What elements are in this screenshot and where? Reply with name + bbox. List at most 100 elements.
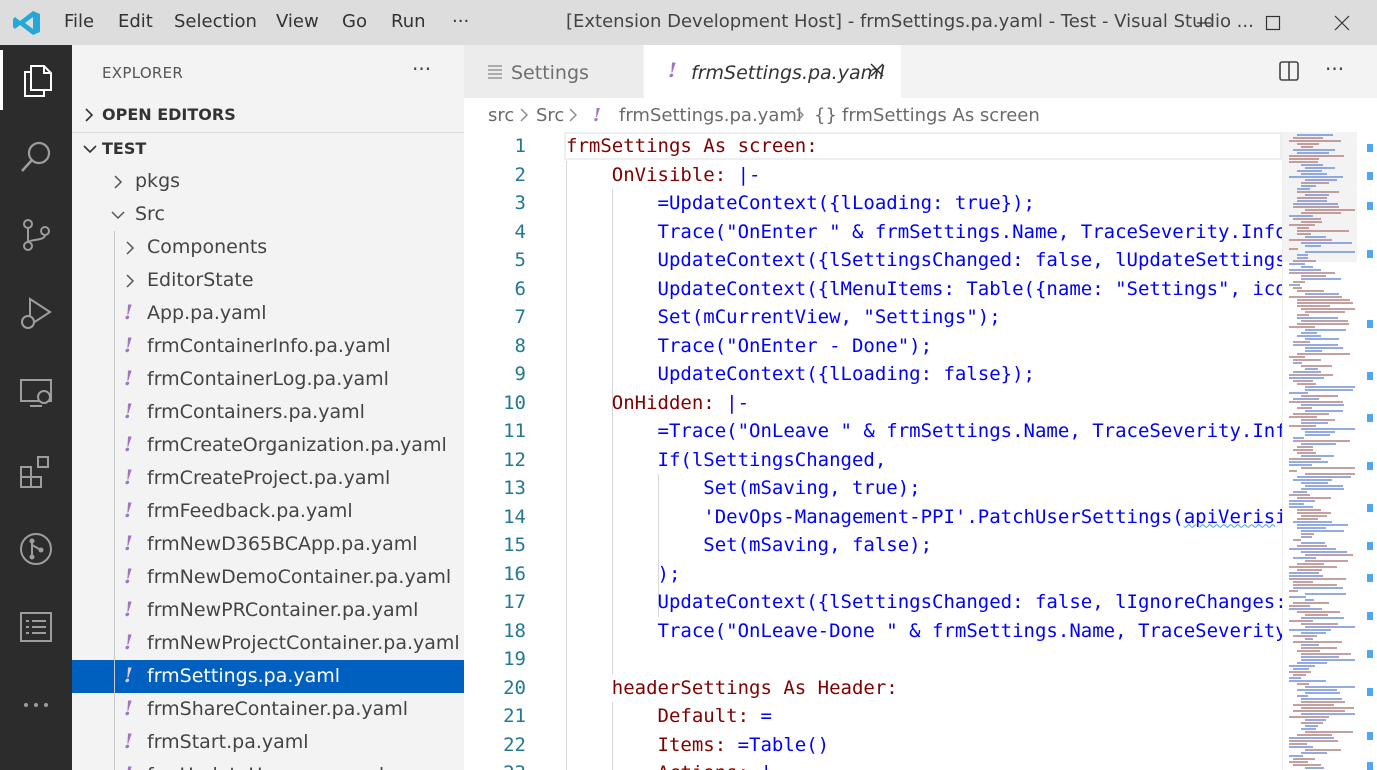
minimap-line xyxy=(1301,647,1337,649)
minimap-line xyxy=(1297,191,1340,193)
minimap-line xyxy=(1293,584,1338,586)
minimap-line xyxy=(1289,239,1333,241)
minimap-line xyxy=(1293,260,1316,262)
line-number: 17 xyxy=(503,591,526,613)
minimap-line xyxy=(1301,455,1334,457)
tree-item-label: Src xyxy=(135,203,165,225)
tree-file[interactable]: ! frmNewDemoContainer.pa.yaml xyxy=(72,561,464,594)
tree-file[interactable]: ! frmShareContainer.pa.yaml xyxy=(72,693,464,726)
minimap-line xyxy=(1293,758,1315,760)
minimap-line xyxy=(1289,248,1299,250)
minimap[interactable] xyxy=(1282,132,1357,770)
minimap-line xyxy=(1297,527,1326,529)
minimap-line xyxy=(1293,602,1330,604)
minimap-line xyxy=(1301,365,1332,367)
tree-file[interactable]: ! frmNewPRContainer.pa.yaml xyxy=(72,594,464,627)
menu-go[interactable]: Go xyxy=(342,11,367,32)
minimap-line xyxy=(1305,692,1340,694)
minimap-line xyxy=(1289,500,1315,502)
maximize-button[interactable] xyxy=(1253,8,1293,38)
ellipsis-icon xyxy=(24,703,48,707)
minimap-line xyxy=(1301,530,1344,532)
overview-ruler-mark xyxy=(1367,732,1373,740)
minimap-line xyxy=(1293,704,1334,706)
activity-more[interactable] xyxy=(0,675,72,735)
code-line: 7 Set(mCurrentView, "Settings"); xyxy=(464,303,1377,332)
minimap-line xyxy=(1301,482,1328,484)
explorer-more-button[interactable]: ··· xyxy=(412,57,431,81)
yaml-file-icon: ! xyxy=(668,58,677,82)
tree-file[interactable]: ! frmCreateProject.pa.yaml xyxy=(72,462,464,495)
section-test[interactable]: TEST xyxy=(72,132,464,164)
breadcrumb-file[interactable]: frmSettings.pa.yaml xyxy=(619,105,802,126)
menu-file[interactable]: File xyxy=(64,11,94,32)
menu-view[interactable]: View xyxy=(276,11,319,32)
activity-search[interactable] xyxy=(0,127,72,187)
tree-folder[interactable]: pkgs xyxy=(72,165,464,198)
tree-file[interactable]: ! frmContainerLog.pa.yaml xyxy=(72,363,464,396)
activity-explorer[interactable] xyxy=(0,50,72,110)
tree-file[interactable]: ! App.pa.yaml xyxy=(72,297,464,330)
split-editor-icon[interactable] xyxy=(1278,60,1300,82)
activity-remote-explorer[interactable] xyxy=(0,363,72,423)
tree-file[interactable]: ! frmCreateOrganization.pa.yaml xyxy=(72,429,464,462)
breadcrumb-symbol[interactable]: frmSettings As screen xyxy=(842,105,1040,126)
overview-ruler-mark xyxy=(1367,414,1373,422)
code-text: UpdateContext({lSettingsChanged: false, … xyxy=(657,591,1283,613)
minimap-line xyxy=(1293,359,1322,361)
tree-item-label: App.pa.yaml xyxy=(147,302,267,324)
tab-frmsettings[interactable]: ! frmSettings.pa.yaml xyxy=(644,45,901,98)
activity-run-debug[interactable] xyxy=(0,283,72,343)
tree-file[interactable]: ! frmFeedback.pa.yaml xyxy=(72,495,464,528)
tree-item-label: frmSettings.pa.yaml xyxy=(147,665,341,687)
minimap-line xyxy=(1305,311,1345,313)
minimap-line xyxy=(1305,167,1336,169)
minimap-line xyxy=(1305,731,1354,733)
menu-more[interactable]: ··· xyxy=(452,11,469,32)
minimap-line xyxy=(1297,689,1337,691)
code-text: Set(mSaving, true); xyxy=(566,477,921,499)
code-line: 13 Set(mSaving, true); xyxy=(464,474,1377,503)
tree-file[interactable]: ! frmContainers.pa.yaml xyxy=(72,396,464,429)
tree-folder[interactable]: Src xyxy=(72,198,464,231)
minimap-line xyxy=(1297,383,1317,385)
overview-ruler-mark xyxy=(1367,250,1373,258)
minimize-button[interactable] xyxy=(1184,8,1224,38)
tree-folder[interactable]: Components xyxy=(72,231,464,264)
line-number: 16 xyxy=(503,562,526,585)
activity-bar xyxy=(0,45,72,770)
code-text: Set(mSaving, false); xyxy=(566,534,933,556)
tree-file[interactable]: ! frmStart.pa.yaml xyxy=(72,726,464,759)
minimap-line xyxy=(1301,707,1355,709)
tree-file[interactable]: ! frmUpdateUsers.pa.yaml xyxy=(72,759,464,770)
menu-run[interactable]: Run xyxy=(391,11,426,32)
editor-more-actions-button[interactable]: ··· xyxy=(1325,57,1344,81)
code-editor[interactable]: 1 frmSettings As screen: 2 OnVisible: |- 3 … xyxy=(464,132,1377,770)
activity-outline[interactable] xyxy=(0,597,72,657)
breadcrumb-Src[interactable]: Src xyxy=(536,105,564,126)
minimap-line xyxy=(1293,491,1308,493)
minimap-line xyxy=(1297,509,1321,511)
menu-edit[interactable]: Edit xyxy=(118,11,153,32)
section-open-editors[interactable]: OPEN EDITORS xyxy=(72,99,464,131)
yaml-file-icon: ! xyxy=(124,399,133,423)
tree-file[interactable]: ! frmNewD365BCApp.pa.yaml xyxy=(72,528,464,561)
breadcrumb-src[interactable]: src xyxy=(488,105,514,126)
tree-file[interactable]: ! frmContainerInfo.pa.yaml xyxy=(72,330,464,363)
minimap-line xyxy=(1297,230,1349,232)
tree-file[interactable]: ! frmNewProjectContainer.pa.yaml xyxy=(72,627,464,660)
line-number: 9 xyxy=(514,363,526,385)
tab-settings[interactable]: Settings xyxy=(464,45,644,98)
tree-item-label: frmUpdateUsers.pa.yaml xyxy=(147,764,384,770)
close-window-button[interactable] xyxy=(1322,8,1362,38)
activity-git-graph[interactable] xyxy=(0,519,72,579)
close-icon[interactable] xyxy=(868,61,886,79)
activity-source-control[interactable] xyxy=(0,205,72,265)
minimap-line xyxy=(1289,578,1346,580)
activity-extensions[interactable] xyxy=(0,441,72,501)
minimap-line xyxy=(1293,281,1305,283)
menu-selection[interactable]: Selection xyxy=(174,11,257,32)
tree-folder[interactable]: EditorState xyxy=(72,264,464,297)
minimap-line xyxy=(1297,662,1328,664)
tree-file[interactable]: ! frmSettings.pa.yaml xyxy=(72,660,464,693)
